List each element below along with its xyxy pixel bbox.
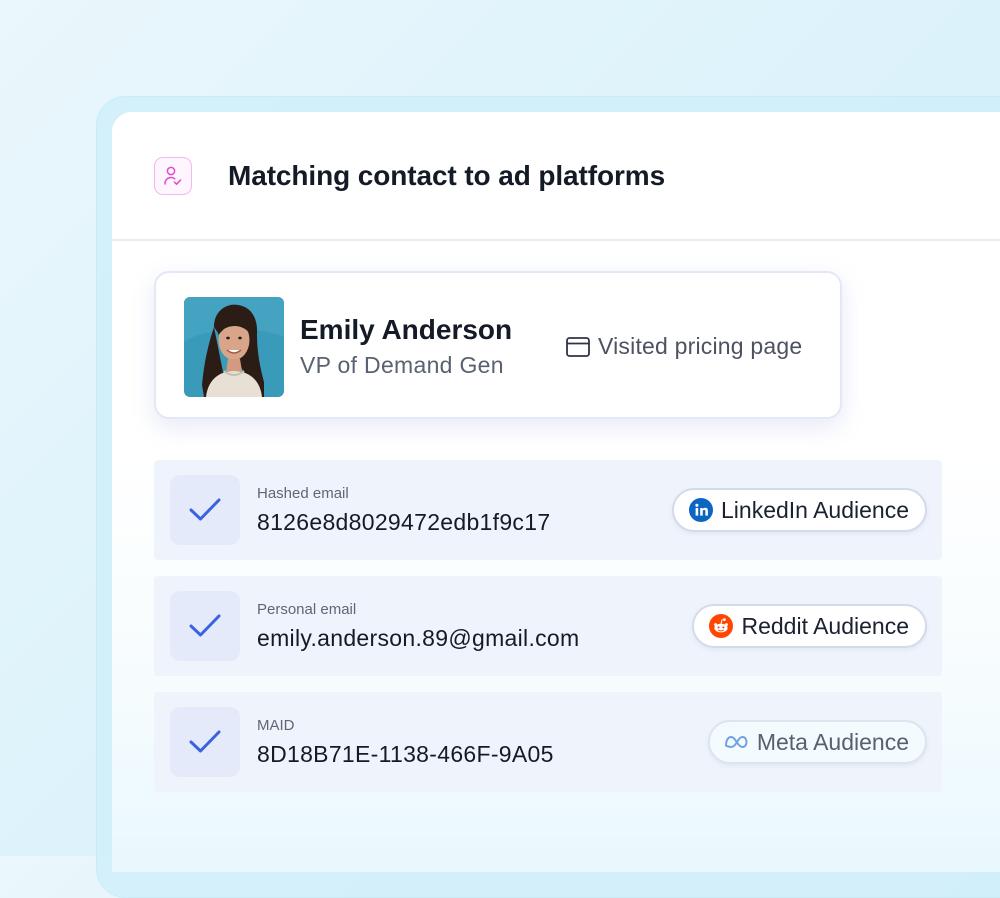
check-icon xyxy=(170,707,240,777)
reddit-icon xyxy=(708,613,734,639)
platform-badge-reddit[interactable]: Reddit Audience xyxy=(692,604,927,648)
platform-name: Meta Audience xyxy=(756,728,909,755)
panel-header: Matching contact to ad platforms xyxy=(112,112,1000,241)
linkedin-icon xyxy=(688,497,714,523)
contact-role: VP of Demand Gen xyxy=(300,352,504,378)
avatar xyxy=(184,297,284,397)
match-row-hashed-email: Hashed email 8126e8d8029472edb1f9c17 Lin… xyxy=(154,460,942,560)
platform-name: LinkedIn Audience xyxy=(721,496,909,523)
match-label: Personal email xyxy=(257,601,357,618)
meta-icon xyxy=(724,729,750,755)
match-row-personal-email: Personal email emily.anderson.89@gmail.c… xyxy=(154,576,942,676)
platform-name: Reddit Audience xyxy=(741,612,909,639)
matching-panel: Matching contact to ad platforms Emily A… xyxy=(112,112,1000,872)
check-icon xyxy=(170,475,240,545)
activity-indicator: Visited pricing page xyxy=(566,333,802,360)
match-row-maid: MAID 8D18B71E-1138-466F-9A05 Meta Audien… xyxy=(154,692,942,792)
match-label: Hashed email xyxy=(257,485,349,502)
platform-badge-meta[interactable]: Meta Audience xyxy=(707,720,927,764)
match-value: 8126e8d8029472edb1f9c17 xyxy=(257,509,551,535)
check-icon xyxy=(170,591,240,661)
contact-name: Emily Anderson xyxy=(300,314,513,345)
contact-card[interactable]: Emily Anderson VP of Demand Gen Visited … xyxy=(154,271,842,419)
activity-text: Visited pricing page xyxy=(598,333,803,359)
browser-window-icon xyxy=(566,336,590,357)
match-value: emily.anderson.89@gmail.com xyxy=(257,625,580,651)
match-value: 8D18B71E-1138-466F-9A05 xyxy=(257,741,554,767)
page-title: Matching contact to ad platforms xyxy=(228,160,666,191)
user-check-icon xyxy=(154,157,192,195)
platform-badge-linkedin[interactable]: LinkedIn Audience xyxy=(672,488,927,532)
match-label: MAID xyxy=(257,717,295,734)
